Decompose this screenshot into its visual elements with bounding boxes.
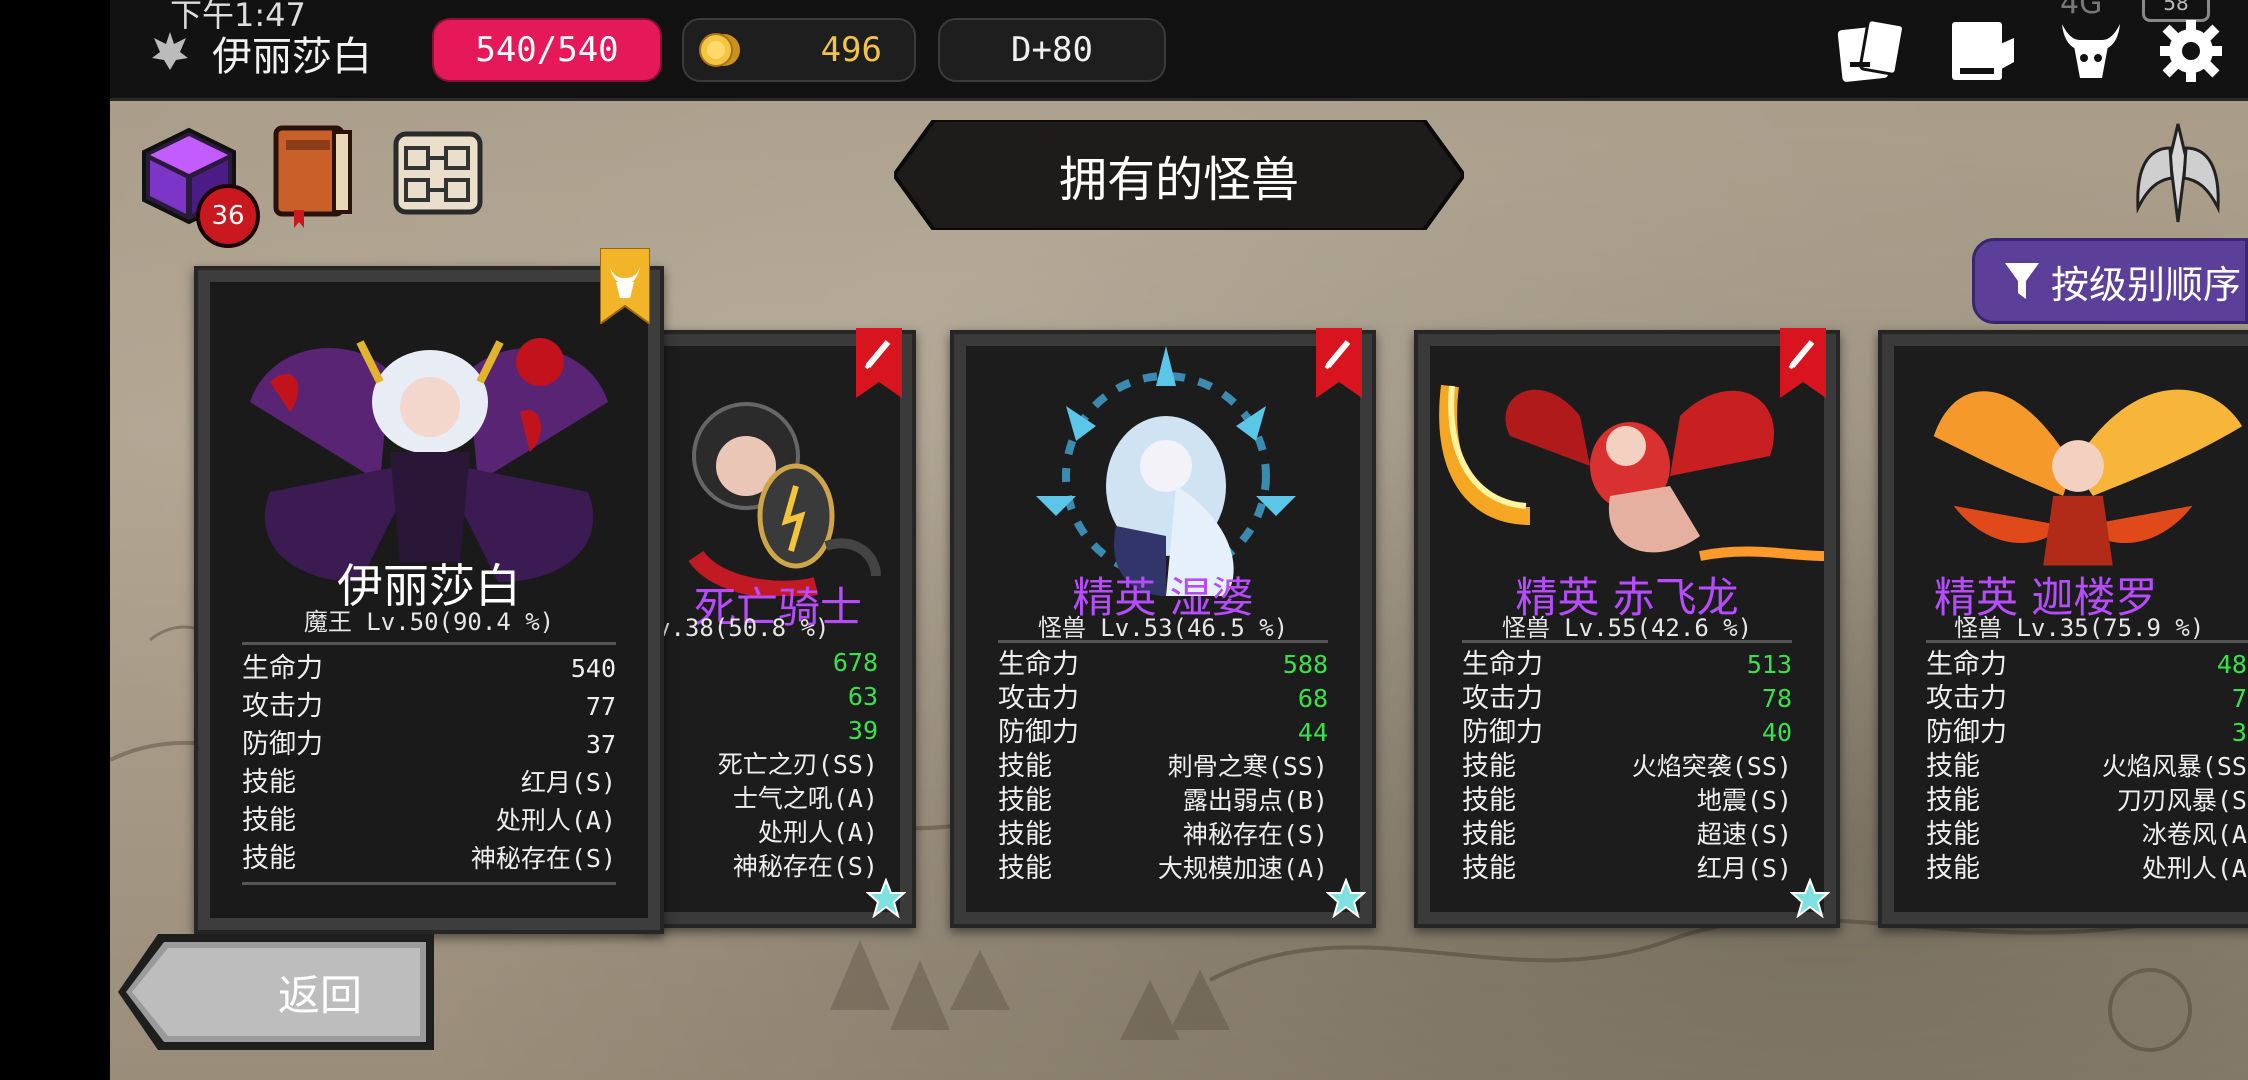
monster-level: v.38(50.8 %) xyxy=(656,614,830,642)
monster-level: 怪兽 Lv.53(46.5 %) xyxy=(1037,614,1289,642)
divider xyxy=(1462,640,1792,643)
monster-card-elite-shiva[interactable]: 精英 湿婆 怪兽 Lv.53(46.5 %) 生命力 588 攻击力 68 防御力 4… xyxy=(950,328,1376,928)
skill: 超速(S) xyxy=(1696,820,1792,849)
monster-card-elizabeth[interactable]: 伊丽莎白 魔王 Lv.50(90.4 %) 生命力 540 攻击力 77 防御力 37… xyxy=(194,248,664,934)
divider xyxy=(1926,640,2248,643)
monster-level: 怪兽 Lv.35(75.9 %) xyxy=(1954,614,2205,642)
skill: 处刑人(A) xyxy=(757,818,878,847)
demon-lord-crest-icon xyxy=(152,32,188,70)
gold-display: 496 xyxy=(682,18,916,82)
day-counter: D+80 xyxy=(938,18,1166,82)
skill: 地震(S) xyxy=(1696,786,1792,815)
sword-ribbon-icon xyxy=(1316,328,1362,398)
skill: 红月(S) xyxy=(520,768,616,797)
monster-card-elite-red-dragon[interactable]: 精英 赤飞龙 怪兽 Lv.55(42.6 %) 生命力 513 攻击力 78 防御力… xyxy=(1414,328,1840,928)
skill: 冰卷风(A) xyxy=(2141,820,2248,849)
stat-defense: 39 xyxy=(847,716,878,745)
stat-hp: 480 xyxy=(2216,650,2248,679)
skill: 死亡之刃(SS) xyxy=(717,750,878,779)
monster-book-icon[interactable] xyxy=(264,118,364,230)
quest-book-icon[interactable] xyxy=(1944,16,2018,86)
settings-gear-icon[interactable] xyxy=(2154,16,2228,86)
skill: 神秘存在(S) xyxy=(470,844,616,873)
hp-display: 540/540 xyxy=(432,18,662,82)
monster-card-elite-garuda[interactable]: 精英 迦楼罗 怪兽 Lv.35(75.9 %) 生命力480 攻击力73 防御力… xyxy=(1878,330,2248,928)
page-title: 拥有的怪兽 xyxy=(1058,152,1299,208)
skill: 红月(S) xyxy=(1696,854,1792,883)
sort-by-level-button[interactable]: 按级别顺序 xyxy=(1972,238,2248,324)
skill: 刺骨之寒(SS) xyxy=(1167,752,1328,781)
stat-defense: 36 xyxy=(2231,718,2248,747)
monster-card-death-knight[interactable]: 死亡骑士 v.38(50.8 %) 678 63 39 死亡之刃(SS) 士气之… xyxy=(640,328,916,928)
stat-hp: 678 xyxy=(832,648,878,677)
skill: 火焰风暴(SS) xyxy=(2101,752,2248,781)
skill: 露出弱点(B) xyxy=(1182,786,1328,815)
skill: 神秘存在(S) xyxy=(1182,820,1328,849)
stat-defense: 37 xyxy=(585,730,616,759)
skill: 处刑人(A) xyxy=(2141,854,2248,883)
stat-hp: 540 xyxy=(570,654,616,683)
stat-defense: 40 xyxy=(1761,718,1792,747)
stat-attack: 73 xyxy=(2231,684,2248,713)
winged-shield-icon[interactable] xyxy=(2128,118,2228,228)
skill: 大规模加速(A) xyxy=(1157,854,1328,883)
snowflake-star-icon xyxy=(866,878,906,918)
demon-horns-icon[interactable] xyxy=(2054,16,2128,86)
stat-attack: 68 xyxy=(1297,684,1328,713)
garuda-sprite xyxy=(1933,389,2243,566)
skill: 刀刃风暴(S) xyxy=(2116,786,2248,815)
divider xyxy=(998,640,1328,643)
player-name: 伊丽莎白 xyxy=(212,34,372,80)
stat-hp: 513 xyxy=(1746,650,1792,679)
sort-label: 按级别顺序 xyxy=(2051,262,2242,307)
cube-count-badge: 36 xyxy=(196,184,260,248)
stat-attack: 63 xyxy=(847,682,878,711)
gold-coin-icon xyxy=(699,33,740,67)
red-dragon-sprite xyxy=(1439,384,1824,561)
demon-lord-ribbon-icon xyxy=(600,248,650,324)
snowflake-star-icon xyxy=(1326,878,1366,918)
sword-ribbon-icon xyxy=(1780,328,1826,398)
shiva-sprite xyxy=(1036,346,1296,596)
scroll-map-icon[interactable] xyxy=(386,124,490,224)
skill: 火焰突袭(SS) xyxy=(1631,752,1792,781)
skill: 处刑人(A) xyxy=(495,806,616,835)
divider xyxy=(242,882,616,885)
monster-level: 魔王 Lv.50(90.4 %) xyxy=(303,608,555,636)
monster-level: 怪兽 Lv.55(42.6 %) xyxy=(1501,614,1753,642)
back-label: 返回 xyxy=(277,970,362,1020)
skill: 士气之吼(A) xyxy=(732,784,878,813)
stat-hp: 588 xyxy=(1282,650,1328,679)
stat-attack: 77 xyxy=(585,692,616,721)
filter-funnel-icon xyxy=(2005,263,2039,299)
left-blank-bar xyxy=(0,0,110,1080)
cards-icon[interactable] xyxy=(1834,16,1908,86)
sword-ribbon-icon xyxy=(856,328,902,398)
stat-attack: 78 xyxy=(1761,684,1792,713)
stat-defense: 44 xyxy=(1297,718,1328,747)
skill: 神秘存在(S) xyxy=(732,852,878,881)
gold-amount: 496 xyxy=(820,30,882,70)
snowflake-star-icon xyxy=(1790,878,1830,918)
top-status-bar xyxy=(110,0,2248,101)
divider xyxy=(242,642,616,645)
